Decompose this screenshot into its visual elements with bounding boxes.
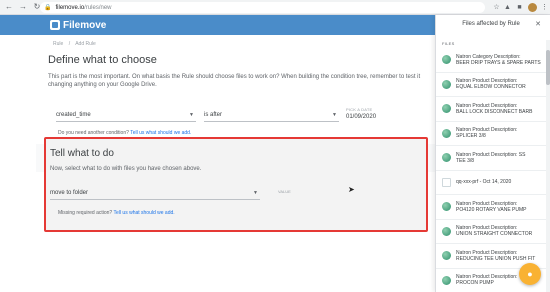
file-name: Natron Product Description: UNION STRAIGH… [456, 225, 541, 237]
chevron-down-icon: ▼ [189, 112, 194, 118]
chat-button[interactable]: ● [519, 263, 541, 285]
action-select[interactable]: move to folder ▼ [50, 186, 260, 200]
extension-icon[interactable]: ▲ [503, 3, 512, 12]
action-hint: Missing required action? Tell us what sh… [58, 210, 175, 216]
panel-scrollbar-thumb[interactable] [546, 50, 550, 85]
file-name-line2: BEER DRIP TRAYS & SPARE PARTS [456, 59, 541, 66]
panel-title: Files affected by Rule [462, 21, 520, 27]
spreadsheet-icon [442, 226, 451, 236]
file-list-item[interactable]: Natron Product Description: PO4120 ROTARY… [436, 195, 546, 220]
breadcrumb-add-rule: Add Rule [75, 41, 96, 47]
lock-icon: 🔒 [44, 5, 52, 11]
condition-row: created_time ▼ is after ▼ PICK A DATE 01… [56, 104, 436, 126]
action-hint-text: Missing required action? [58, 210, 113, 216]
condition-hint: Do you need another condition? Tell us w… [58, 130, 191, 136]
operator-select[interactable]: is after ▼ [204, 108, 339, 122]
file-name-line2: SPLICER 3/8 [456, 133, 486, 140]
action-hint-link[interactable]: Tell us what should we add. [114, 210, 175, 216]
file-list-item[interactable]: Natron Product Description: SS TEE 3/8 [436, 146, 546, 171]
field-select[interactable]: created_time ▼ [56, 108, 196, 122]
files-section-label: FILES [442, 41, 455, 46]
value-label: VALUE [278, 189, 291, 194]
file-name: Natron Product Description: SS TEE 3/8 [456, 152, 541, 164]
action-title: Tell what to do [50, 148, 114, 159]
file-list-item[interactable]: Natron Product Description: UNION STRAIGH… [436, 220, 546, 244]
condition-hint-text: Do you need another condition? [58, 130, 129, 136]
url-path: /rules/new [84, 4, 112, 11]
logo-icon [50, 20, 60, 30]
date-input[interactable]: 01/09/2020 [346, 114, 376, 120]
action-section: Tell what to do Now, select what to do w… [44, 137, 428, 232]
spreadsheet-icon [442, 275, 451, 285]
action-description: Now, select what to do with files you ha… [50, 166, 202, 172]
define-description: This part is the most important. On what… [48, 74, 421, 88]
close-icon[interactable]: ✕ [535, 20, 541, 28]
file-list-item[interactable]: Natron Product Description: SPLICER 3/8 [436, 122, 546, 146]
chevron-down-icon: ▼ [332, 112, 337, 118]
puzzle-icon[interactable]: ■ [515, 3, 524, 12]
file-list-item[interactable]: Natron Product Description: BALL LOCK DIS… [436, 97, 546, 122]
define-title: Define what to choose [48, 54, 157, 66]
address-bar[interactable]: 🔒 filemove.io /rules/new [40, 2, 485, 13]
spreadsheet-icon [442, 251, 451, 261]
spreadsheet-icon [442, 55, 451, 65]
file-list-item[interactable]: qq-xxx-prf - Oct 14, 2020 [436, 171, 546, 195]
file-name-line2: UNION STRAIGHT CONNECTOR [456, 231, 533, 238]
star-icon[interactable]: ☆ [492, 3, 501, 12]
browser-toolbar: ← → ↻ 🔒 filemove.io /rules/new ☆ ▲ ■ ⋮ [0, 0, 550, 15]
app-window: ← → ↻ 🔒 filemove.io /rules/new ☆ ▲ ■ ⋮ F… [0, 0, 550, 292]
field-select-value: created_time [56, 112, 91, 118]
file-list: Natron Category Description: BEER DRIP TR… [436, 48, 546, 292]
main-content: Rule / Add Rule Define what to choose Th… [0, 35, 436, 292]
forward-icon[interactable]: → [18, 2, 28, 12]
spreadsheet-icon [442, 104, 451, 114]
file-name-line2: PO4120 ROTARY VANE PUMP [456, 206, 527, 213]
back-icon[interactable]: ← [4, 2, 14, 12]
chevron-down-icon: ▼ [253, 190, 258, 196]
files-panel: Files affected by Rule ✕ FILES Natron Ca… [435, 15, 550, 292]
app-logo[interactable]: Filemove [63, 20, 106, 31]
action-select-value: move to folder [50, 190, 89, 196]
chat-icon: ● [527, 269, 533, 279]
breadcrumb-separator: / [68, 41, 71, 47]
file-name: Natron Product Description: PO4120 ROTARY… [456, 201, 541, 213]
file-name: Natron Product Description: REDUCING TEE … [456, 250, 541, 262]
breadcrumb: Rule / Add Rule [53, 41, 100, 47]
file-name: qq-xxx-prf - Oct 14, 2020 [456, 179, 541, 185]
profile-avatar[interactable] [528, 3, 537, 12]
file-name-line2: BALL LOCK DISCONNECT BARB [456, 108, 533, 115]
file-list-item[interactable]: Natron Category Description: BEER DRIP TR… [436, 48, 546, 73]
menu-icon[interactable]: ⋮ [540, 3, 549, 12]
date-label: PICK A DATE [346, 107, 373, 112]
operator-select-value: is after [204, 112, 223, 118]
file-name: Natron Category Description: BEER DRIP TR… [456, 54, 541, 66]
file-name-line2: EQUAL ELBOW CONNECTOR [456, 84, 526, 91]
file-name: Natron Product Description: EQUAL ELBOW C… [456, 78, 541, 90]
condition-hint-link[interactable]: Tell us what should we add. [130, 130, 191, 136]
app-header: Filemove [0, 15, 435, 35]
file-name-line2: REDUCING TEE UNION PUSH FIT [456, 255, 536, 262]
mouse-cursor-icon: ➤ [348, 185, 355, 194]
document-icon [442, 177, 451, 187]
spreadsheet-icon [442, 128, 451, 138]
spreadsheet-icon [442, 79, 451, 89]
file-list-item[interactable]: Natron Product Description: EQUAL ELBOW C… [436, 73, 546, 97]
spreadsheet-icon [442, 153, 451, 163]
file-name: Natron Product Description: SPLICER 3/8 [456, 127, 541, 139]
url-host: filemove.io [55, 4, 85, 11]
spreadsheet-icon [442, 202, 451, 212]
breadcrumb-rule[interactable]: Rule [53, 41, 63, 47]
file-name-line2: TEE 3/8 [456, 157, 475, 164]
file-name-line1: qq-xxx-prf - Oct 14, 2020 [456, 179, 512, 186]
file-name: Natron Product Description: BALL LOCK DIS… [456, 103, 541, 115]
